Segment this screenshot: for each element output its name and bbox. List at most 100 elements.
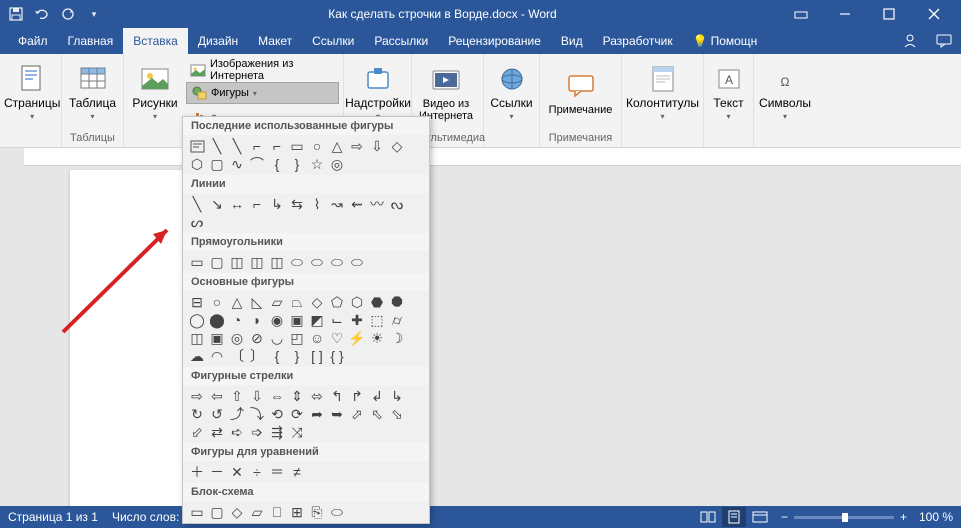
tab-references[interactable]: Ссылки: [302, 28, 364, 54]
shape-curve[interactable]: ⌇: [307, 195, 327, 213]
shape-snip-rect[interactable]: ◫: [267, 253, 287, 271]
shape-round-rect[interactable]: ⬭: [347, 253, 367, 271]
shape-blockArc[interactable]: ◡: [267, 329, 287, 347]
shape-scribble[interactable]: ᔕ: [187, 213, 207, 231]
save-button[interactable]: [4, 2, 28, 26]
zoom-out-button[interactable]: −: [781, 510, 788, 524]
shape-arrow[interactable]: ⇦: [207, 387, 227, 405]
shape-diamond[interactable]: ◇: [387, 137, 407, 155]
shape-bracket[interactable]: 〔: [227, 347, 247, 365]
links-button[interactable]: Ссылки▾: [488, 56, 535, 130]
shape-double-arrow[interactable]: ↔: [227, 195, 247, 213]
close-button[interactable]: [911, 0, 957, 28]
shape-hexagon[interactable]: ⬡: [347, 293, 367, 311]
shape-minus[interactable]: －: [207, 463, 227, 481]
shape-brace[interactable]: {: [267, 155, 287, 173]
shape-arrow[interactable]: ⤨: [287, 423, 307, 441]
shape-elbow[interactable]: ⌐: [247, 195, 267, 213]
shape-arrow[interactable]: ↰: [327, 387, 347, 405]
shape-rect[interactable]: ▭: [187, 253, 207, 271]
view-read-mode[interactable]: [696, 507, 720, 527]
shape-arrow[interactable]: ↲: [367, 387, 387, 405]
shape-roundrect[interactable]: ▢: [207, 253, 227, 271]
text-button[interactable]: A Текст▾: [708, 56, 749, 130]
shape-arrow[interactable]: ⬄: [307, 387, 327, 405]
shape-arrow[interactable]: ⇕: [287, 387, 307, 405]
tab-view[interactable]: Вид: [551, 28, 593, 54]
shape-arrow[interactable]: ⇩: [247, 387, 267, 405]
shape-roundrect[interactable]: ▢: [207, 155, 227, 173]
shape-process[interactable]: ▭: [187, 503, 207, 521]
shape-chord[interactable]: ◗: [247, 311, 267, 329]
shape-moon[interactable]: ☽: [387, 329, 407, 347]
tab-file[interactable]: Файл: [8, 28, 58, 54]
shape-teardrop[interactable]: ◉: [267, 311, 287, 329]
shape-frame[interactable]: ▣: [287, 311, 307, 329]
shape-diamond[interactable]: ◇: [307, 293, 327, 311]
shape-noSymbol[interactable]: ⊘: [247, 329, 267, 347]
shape-document[interactable]: ⎘: [307, 503, 327, 521]
redo-button[interactable]: [56, 2, 80, 26]
shape-pentagon[interactable]: ⬠: [327, 293, 347, 311]
shape-snip-rect[interactable]: ◫: [247, 253, 267, 271]
shape-curve-arrow[interactable]: ↝: [327, 195, 347, 213]
shape-bracketpair[interactable]: [ ]: [307, 347, 327, 365]
shape-alt-process[interactable]: ▢: [207, 503, 227, 521]
shape-arrow[interactable]: ⇶: [267, 423, 287, 441]
zoom-slider[interactable]: [794, 516, 894, 519]
shape-line[interactable]: ╲: [187, 195, 207, 213]
shape-round-rect[interactable]: ⬭: [307, 253, 327, 271]
shape-callout[interactable]: ◎: [327, 155, 347, 173]
shape-triangle[interactable]: △: [327, 137, 347, 155]
shape-folded[interactable]: ◰: [287, 329, 307, 347]
shape-lightning[interactable]: ⚡: [347, 329, 367, 347]
tab-design[interactable]: Дизайн: [188, 28, 248, 54]
shape-star[interactable]: ☆: [307, 155, 327, 173]
shape-notequal[interactable]: ≠: [287, 463, 307, 481]
tab-mailings[interactable]: Рассылки: [364, 28, 438, 54]
shape-rtriangle[interactable]: ◺: [247, 293, 267, 311]
shape-smiley[interactable]: ☺: [307, 329, 327, 347]
shape-arrow-down[interactable]: ⇩: [367, 137, 387, 155]
pictures-button[interactable]: Рисунки▾: [128, 56, 182, 130]
shape-dodecagon[interactable]: ⬤: [207, 311, 227, 329]
status-page[interactable]: Страница 1 из 1: [8, 510, 98, 524]
shape-arrow-line[interactable]: ↘: [207, 195, 227, 213]
share-button[interactable]: [893, 28, 927, 54]
shape-arrow[interactable]: ➪: [227, 423, 247, 441]
horizontal-ruler[interactable]: [24, 148, 961, 166]
shape-predef[interactable]: ⎕: [267, 503, 287, 521]
tab-insert[interactable]: Вставка: [123, 28, 188, 54]
zoom-in-button[interactable]: +: [900, 510, 907, 524]
shape-arc[interactable]: ◠: [207, 347, 227, 365]
shape-textbox[interactable]: [187, 137, 207, 155]
shape-sun[interactable]: ☀: [367, 329, 387, 347]
shape-heart[interactable]: ♡: [327, 329, 347, 347]
shape-line[interactable]: ╲: [207, 137, 227, 155]
shape-arrow[interactable]: ⬁: [367, 405, 387, 423]
shape-bracket[interactable]: 〕: [247, 347, 267, 365]
shape-curve-double[interactable]: ⇜: [347, 195, 367, 213]
shape-arrow[interactable]: ⇄: [207, 423, 227, 441]
table-button[interactable]: Таблица▾: [66, 56, 119, 130]
shape-can[interactable]: ⌭: [387, 311, 407, 329]
shape-arrow-right[interactable]: ⇨: [347, 137, 367, 155]
shape-arrow[interactable]: ⤵: [247, 405, 267, 423]
online-pictures-button[interactable]: Изображения из Интернета: [186, 59, 339, 81]
tab-help[interactable]: 💡Помощн: [683, 28, 768, 54]
shape-oval[interactable]: ○: [307, 137, 327, 155]
shape-arrow[interactable]: ⇨: [187, 387, 207, 405]
shape-half-frame[interactable]: ◩: [307, 311, 327, 329]
shape-snip-rect[interactable]: ◫: [227, 253, 247, 271]
shape-equal[interactable]: ＝: [267, 463, 287, 481]
shape-triangle[interactable]: △: [227, 293, 247, 311]
shape-multiply[interactable]: ✕: [227, 463, 247, 481]
shape-cloud[interactable]: ☁: [187, 347, 207, 365]
shape-terminator[interactable]: ⬭: [327, 503, 347, 521]
tab-review[interactable]: Рецензирование: [438, 28, 551, 54]
shape-brace[interactable]: {: [267, 347, 287, 365]
shape-rect[interactable]: ▭: [287, 137, 307, 155]
comment-button[interactable]: Примечание: [544, 56, 617, 130]
shape-brace[interactable]: }: [287, 347, 307, 365]
shape-arrow[interactable]: ➥: [327, 405, 347, 423]
